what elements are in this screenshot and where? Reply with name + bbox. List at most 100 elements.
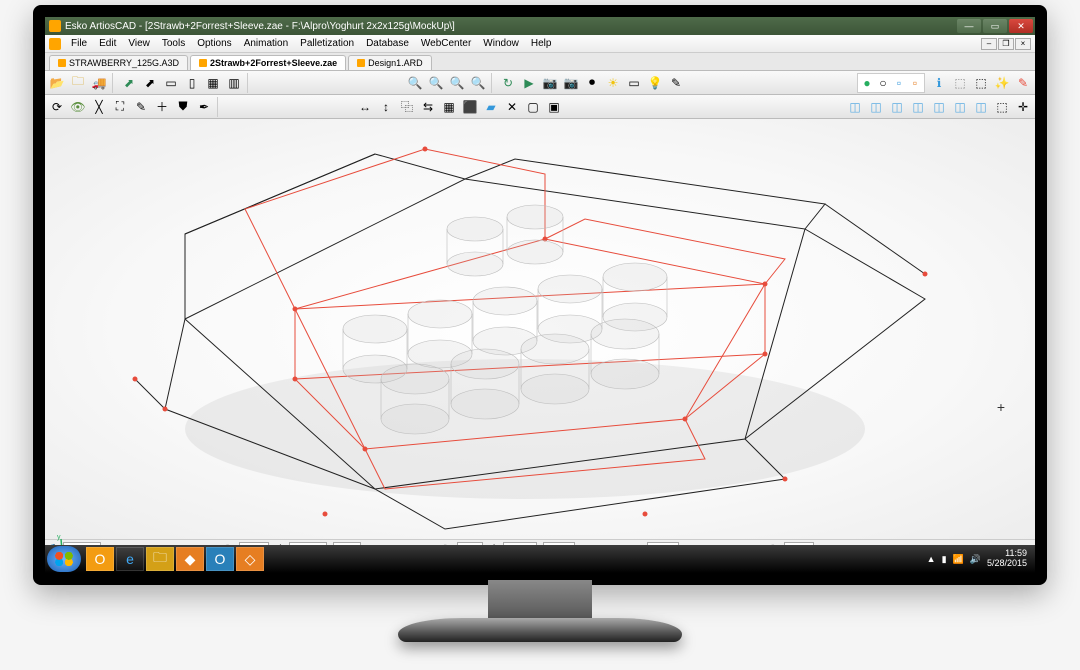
move2-icon[interactable]: ↕	[376, 97, 396, 117]
rotate-icon[interactable]: ⟳	[47, 97, 67, 117]
traffic-orange-icon[interactable]: ▫	[907, 75, 923, 91]
array-icon[interactable]: ▦	[439, 97, 459, 117]
cursor-black-icon[interactable]: ⬈	[140, 73, 160, 93]
zoom-out-icon[interactable]: 🔍	[426, 73, 446, 93]
wire-icon[interactable]: ╳	[89, 97, 109, 117]
copy-icon[interactable]: ⿻	[397, 97, 417, 117]
magnet-icon[interactable]: ⬚	[971, 73, 991, 93]
view-side-icon[interactable]: ◫	[887, 97, 907, 117]
highlight-icon[interactable]: ⬛	[460, 97, 480, 117]
menu-help[interactable]: Help	[525, 38, 558, 49]
info-icon[interactable]: ℹ	[929, 73, 949, 93]
view-top-icon[interactable]: ◫	[908, 97, 928, 117]
cursor-crosshair: +	[997, 399, 1005, 415]
bulb-icon[interactable]: 💡	[645, 73, 665, 93]
folder-icon[interactable]: 🗀	[68, 73, 88, 93]
close-button[interactable]: ✕	[1009, 19, 1033, 33]
wand-icon[interactable]: ✨	[992, 73, 1012, 93]
crop-icon[interactable]: ⛶	[110, 97, 130, 117]
tab-design1[interactable]: Design1.ARD	[348, 55, 432, 70]
menu-animation[interactable]: Animation	[238, 38, 294, 49]
tray-wifi-icon[interactable]: 📶	[953, 554, 964, 565]
box-icon[interactable]: ▢	[523, 97, 543, 117]
child-minimize-button[interactable]: –	[981, 38, 997, 50]
fold-icon[interactable]: ⛊	[173, 97, 193, 117]
refresh-icon[interactable]: ↻	[498, 73, 518, 93]
eye-icon[interactable]: 👁	[68, 97, 88, 117]
ortho-icon[interactable]: ⬚	[992, 97, 1012, 117]
open-icon[interactable]: 📂	[47, 73, 67, 93]
record-icon[interactable]: ⏺	[582, 73, 602, 93]
select-dashed-icon[interactable]: ▭	[161, 73, 181, 93]
file-icon	[58, 59, 66, 67]
tray-flag-icon[interactable]: ▲	[927, 554, 936, 564]
play-icon[interactable]: ▶	[519, 73, 539, 93]
zoom-in-icon[interactable]: 🔍	[405, 73, 425, 93]
eraser-icon[interactable]: ▰	[481, 97, 501, 117]
view-persp-icon[interactable]: ◫	[971, 97, 991, 117]
tray-net-icon[interactable]: ▮	[942, 554, 947, 565]
view-iso-icon[interactable]: ◫	[845, 97, 865, 117]
taskbar-outlook-icon[interactable]: O	[86, 547, 114, 571]
menu-edit[interactable]: Edit	[93, 38, 122, 49]
pencil-icon[interactable]: ✎	[1013, 73, 1033, 93]
tab-strawberry[interactable]: STRAWBERRY_125G.A3D	[49, 55, 188, 70]
taskbar-app1-icon[interactable]: ◆	[176, 547, 204, 571]
zoom-fit-icon[interactable]: 🔍	[447, 73, 467, 93]
start-button[interactable]	[47, 546, 81, 572]
rect2-icon[interactable]: ▭	[624, 73, 644, 93]
taskbar-app3-icon[interactable]: ◇	[236, 547, 264, 571]
view-front-icon[interactable]: ◫	[866, 97, 886, 117]
truck-icon[interactable]: 🚚	[89, 73, 109, 93]
svg-text:y: y	[57, 534, 61, 541]
rect-icon[interactable]: ▯	[182, 73, 202, 93]
tab-sleeve[interactable]: 2Strawb+2Forrest+Sleeve.zae	[190, 55, 346, 70]
taskbar-app2-icon[interactable]: O	[206, 547, 234, 571]
taskbar-ie-icon[interactable]: e	[116, 547, 144, 571]
sun-icon[interactable]: ☀	[603, 73, 623, 93]
menu-tools[interactable]: Tools	[156, 38, 191, 49]
menu-view[interactable]: View	[122, 38, 156, 49]
minimize-button[interactable]: —	[957, 19, 981, 33]
traffic-green-icon[interactable]: ●	[859, 75, 875, 91]
mirror-icon[interactable]: ⇆	[418, 97, 438, 117]
traffic-white-icon[interactable]: ○	[875, 75, 891, 91]
menu-app-icon	[49, 38, 61, 50]
menu-database[interactable]: Database	[360, 38, 415, 49]
delete-icon[interactable]: ✕	[502, 97, 522, 117]
cursor-green-icon[interactable]: ⬈	[119, 73, 139, 93]
camera1-icon[interactable]: 📷	[540, 73, 560, 93]
toolbar-primary: 📂 🗀 🚚 ⬈ ⬈ ▭ ▯ ▦ ▥ 🔍 🔍 🔍 🔍 ↻ ▶ 📷 📷 ⏺ ☀ ▭ …	[45, 71, 1035, 95]
window-title: Esko ArtiosCAD - [2Strawb+2Forrest+Sleev…	[65, 21, 455, 32]
menu-window[interactable]: Window	[477, 38, 525, 49]
plus-icon[interactable]: ＋	[152, 97, 172, 117]
move1-icon[interactable]: ↔	[355, 97, 375, 117]
traffic-blue-icon[interactable]: ▫	[891, 75, 907, 91]
grid-icon[interactable]: ▦	[203, 73, 223, 93]
wireframe-render	[45, 119, 1035, 539]
tray-volume-icon[interactable]: 🔊	[970, 554, 981, 565]
zoom-window-icon[interactable]: 🔍	[468, 73, 488, 93]
maximize-button[interactable]: ▭	[983, 19, 1007, 33]
box2-icon[interactable]: ▣	[544, 97, 564, 117]
tray-clock[interactable]: 11:59 5/28/2015	[987, 549, 1027, 569]
3d-viewport[interactable]: + x y z	[45, 119, 1035, 539]
layout-icon[interactable]: ▥	[224, 73, 244, 93]
axis-icon[interactable]: ✛	[1013, 97, 1033, 117]
menu-webcenter[interactable]: WebCenter	[415, 38, 477, 49]
pen-icon[interactable]: ✒	[194, 97, 214, 117]
taskbar-explorer-icon[interactable]: 🗀	[146, 547, 174, 571]
child-restore-button[interactable]: ❐	[998, 38, 1014, 50]
menu-bar: File Edit View Tools Options Animation P…	[45, 35, 1035, 53]
pencil2-icon[interactable]: ✎	[131, 97, 151, 117]
camera2-icon[interactable]: 📷	[561, 73, 581, 93]
menu-palletization[interactable]: Palletization	[294, 38, 360, 49]
child-close-button[interactable]: ×	[1015, 38, 1031, 50]
file-icon	[199, 59, 207, 67]
menu-options[interactable]: Options	[191, 38, 237, 49]
view-bottom-icon[interactable]: ◫	[950, 97, 970, 117]
cube-icon[interactable]: ⬚	[950, 73, 970, 93]
view-back-icon[interactable]: ◫	[929, 97, 949, 117]
menu-file[interactable]: File	[65, 38, 93, 49]
tool-a-icon[interactable]: ✎	[666, 73, 686, 93]
